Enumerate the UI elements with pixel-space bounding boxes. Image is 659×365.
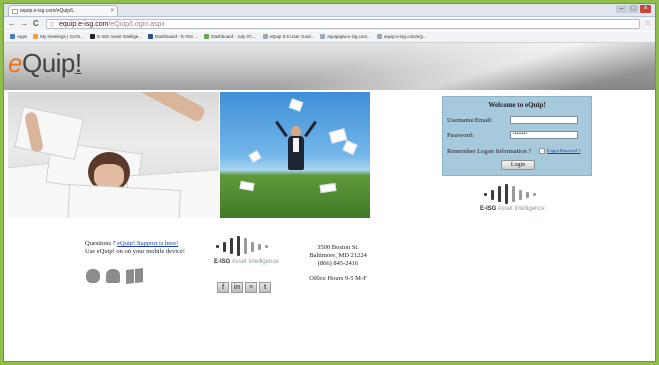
browser-window: equip.e-isg.com/eQuip/L × – □ × ← → C ▯ eq… bbox=[3, 3, 656, 362]
remember-label: Remember Logon Information ? bbox=[447, 148, 532, 155]
back-arrow-icon[interactable]: ← bbox=[8, 19, 16, 29]
password-label: Password: bbox=[447, 132, 474, 139]
navigation-bar: ← → C ▯ equip.e-isg.com/eQuip/Login.aspx… bbox=[4, 17, 655, 31]
remember-checkbox[interactable] bbox=[539, 148, 545, 154]
company-address: 3500 Boston St. Baltimore, MD 21224 (866… bbox=[302, 244, 374, 283]
phone-number: (866) 845-2416 bbox=[317, 260, 359, 267]
twitter-icon[interactable]: t bbox=[259, 282, 271, 293]
eisg-tagline: Asset Intelligence bbox=[231, 259, 279, 265]
page-icon: ▯ bbox=[50, 22, 54, 28]
eisg-logo: E-ISG Asset Intelligence bbox=[480, 184, 560, 212]
bookmark-label: Dashboard - E-ISG ... bbox=[154, 34, 199, 39]
support-link[interactable]: eQuip! Support is here! bbox=[117, 240, 178, 247]
bookmarks-bar: Apps My meetings | GoTo... E-ISG Asset Int… bbox=[4, 32, 655, 43]
bookmark-item[interactable]: equipqaw.e-isg.com... bbox=[320, 32, 371, 42]
bookmark-item[interactable]: eQuip 6.5 User Guid... bbox=[262, 32, 315, 42]
bookmark-icon bbox=[147, 34, 153, 39]
page-icon bbox=[12, 9, 18, 14]
username-label: Username/Email: bbox=[447, 117, 493, 124]
window-controls: – □ × bbox=[615, 5, 651, 14]
bookmark-item[interactable]: equip.e-isg.com/eQ... bbox=[376, 32, 427, 42]
bookmark-label: eQuip 6.5 User Guid... bbox=[269, 34, 315, 39]
bookmark-label: Dashboard - July 07,... bbox=[211, 34, 257, 39]
android-icon[interactable] bbox=[106, 269, 120, 283]
bookmark-item[interactable]: E-ISG Asset Intellige... bbox=[89, 32, 142, 42]
eisg-tagline: Asset Intelligence bbox=[497, 206, 545, 212]
address-bar[interactable]: ▯ equip.e-isg.com/eQuip/Login.aspx bbox=[46, 19, 640, 29]
bookmark-icon bbox=[376, 34, 382, 39]
bookmark-icon bbox=[33, 34, 39, 39]
rss-icon[interactable]: ≡ bbox=[245, 282, 257, 293]
minimize-icon[interactable]: – bbox=[616, 5, 627, 13]
eisg-brand: E-ISG bbox=[480, 206, 497, 212]
eisg-brand: E-ISG bbox=[214, 259, 231, 265]
close-window-icon[interactable]: × bbox=[640, 5, 651, 13]
tab-title: equip.e-isg.com/eQuip/L bbox=[20, 8, 75, 14]
site-header: eQuip! bbox=[4, 43, 655, 90]
close-tab-icon[interactable]: × bbox=[110, 6, 114, 16]
bookmark-label: equip.e-isg.com/eQ... bbox=[383, 34, 427, 39]
password-field[interactable]: •••••••• bbox=[510, 131, 578, 139]
eisg-bars-icon bbox=[214, 236, 294, 256]
header-decoration bbox=[234, 43, 655, 90]
username-field[interactable] bbox=[510, 116, 578, 124]
bookmark-label: My meetings | GoTo... bbox=[40, 34, 84, 39]
bookmark-label: Apps bbox=[17, 34, 28, 39]
bookmark-item[interactable]: Dashboard - July 07,... bbox=[204, 32, 257, 42]
social-links: f in ≡ t bbox=[217, 276, 273, 294]
eisg-bars-icon bbox=[480, 184, 560, 204]
linkedin-icon[interactable]: in bbox=[231, 282, 243, 293]
facebook-icon[interactable]: f bbox=[217, 282, 229, 293]
hero-image-happy bbox=[220, 92, 370, 218]
forgot-password-link[interactable]: Forgot Password ? bbox=[547, 148, 580, 153]
questions-text: Questions ? bbox=[85, 240, 116, 247]
windows-icon[interactable] bbox=[126, 268, 144, 284]
bookmark-label: E-ISG Asset Intellige... bbox=[96, 34, 142, 39]
reload-icon[interactable]: C bbox=[33, 19, 39, 29]
address-line2: Baltimore, MD 21224 bbox=[309, 252, 367, 259]
forward-arrow-icon[interactable]: → bbox=[20, 19, 28, 29]
hero-image-overwhelmed bbox=[8, 92, 219, 218]
tab-strip: equip.e-isg.com/eQuip/L × – □ × bbox=[4, 4, 655, 17]
maximize-icon[interactable]: □ bbox=[628, 5, 639, 13]
bookmark-icon bbox=[262, 34, 268, 39]
browser-tab[interactable]: equip.e-isg.com/eQuip/L × bbox=[8, 5, 118, 16]
url-host: equip.e-isg.com bbox=[59, 21, 109, 28]
footer-questions: Questions ? eQuip! Support is here! Use … bbox=[85, 240, 185, 256]
mobile-text: Use eQuip! on on your mobile device! bbox=[85, 248, 186, 255]
bookmark-icon bbox=[10, 34, 15, 39]
login-panel: Welcome to eQuip! Username/Email: Passwo… bbox=[442, 96, 592, 176]
bookmark-item[interactable]: Dashboard - E-ISG ... bbox=[147, 32, 199, 42]
login-button[interactable]: Login bbox=[501, 160, 535, 170]
star-icon[interactable]: ☆ bbox=[645, 19, 651, 27]
bookmark-label: equipqaw.e-isg.com... bbox=[327, 34, 371, 39]
equip-logo[interactable]: eQuip! bbox=[8, 48, 82, 79]
login-title: Welcome to eQuip! bbox=[488, 101, 546, 109]
bookmark-icon bbox=[320, 34, 326, 39]
address-line1: 3500 Boston St. bbox=[317, 244, 359, 251]
office-hours: Office Hours 9-5 M-F bbox=[309, 275, 367, 282]
url-path: /eQuip/Login.aspx bbox=[108, 21, 165, 28]
bookmark-icon bbox=[89, 34, 95, 39]
bookmark-icon bbox=[204, 34, 210, 39]
mobile-platforms bbox=[84, 268, 148, 284]
bookmark-item[interactable]: Apps bbox=[10, 32, 27, 42]
bookmark-item[interactable]: My meetings | GoTo... bbox=[33, 32, 84, 42]
apple-icon[interactable] bbox=[86, 269, 100, 283]
eisg-logo-footer: E-ISG Asset Intelligence bbox=[214, 236, 294, 265]
